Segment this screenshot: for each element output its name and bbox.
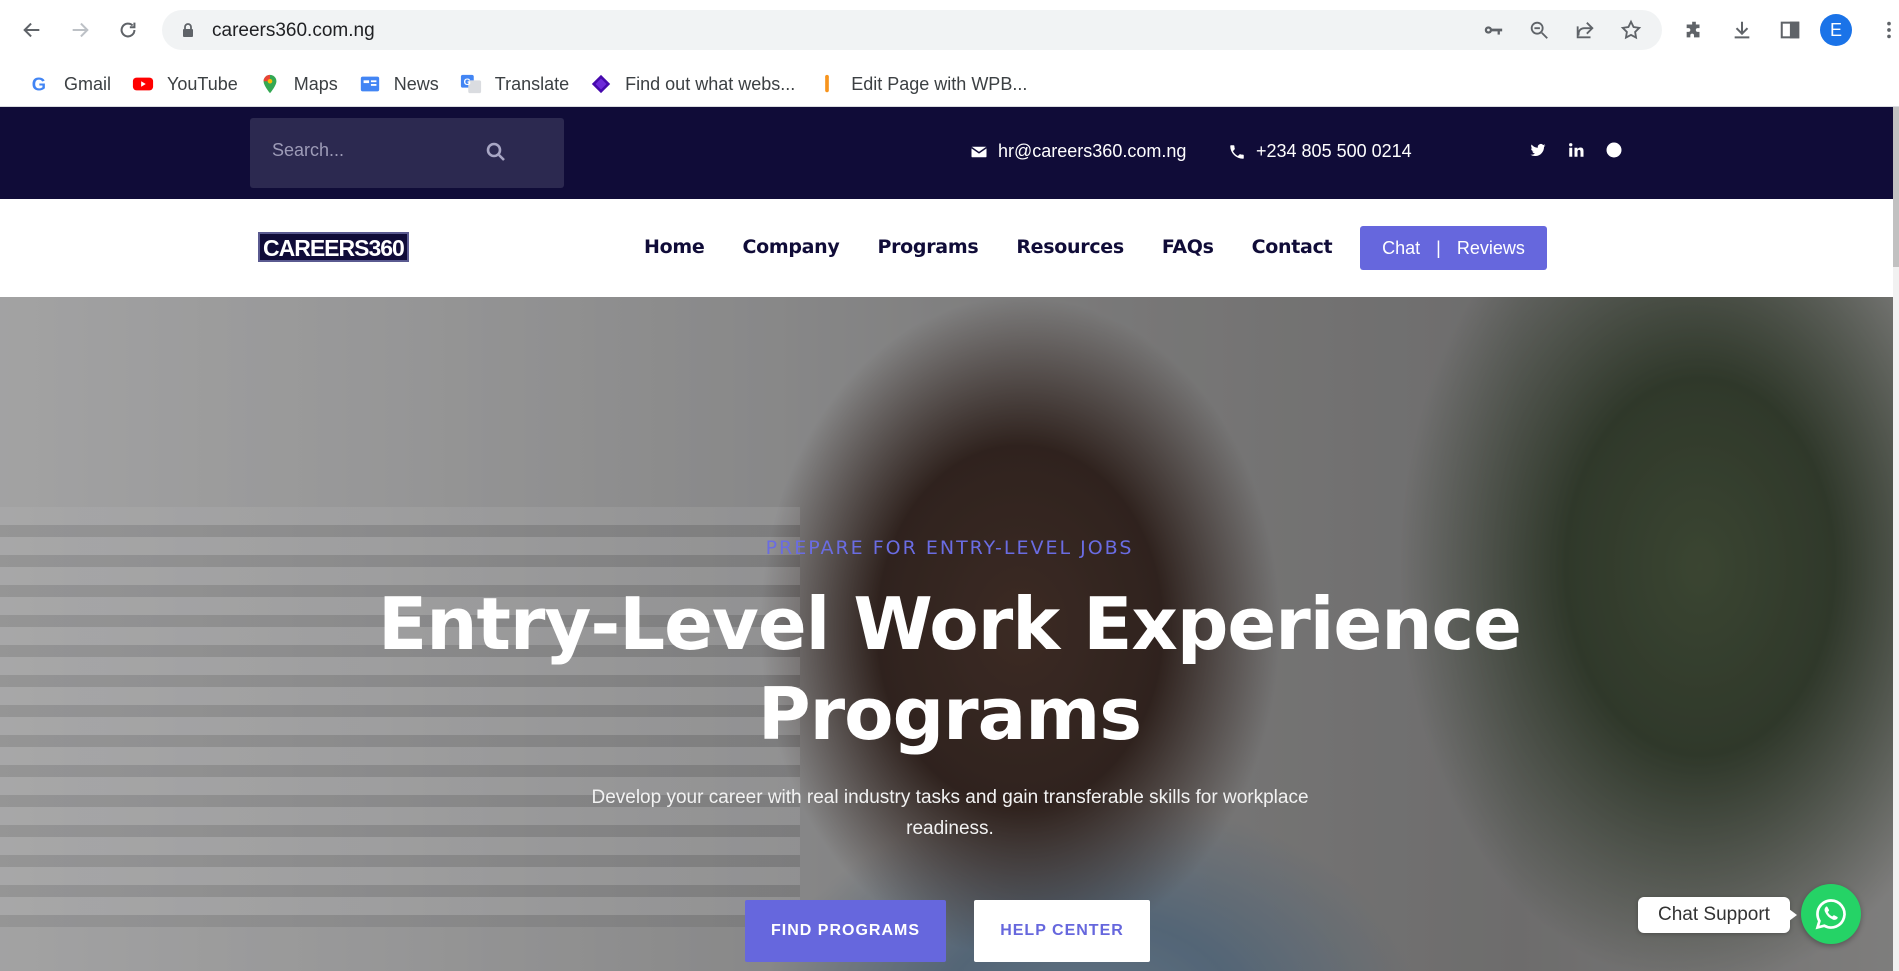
maps-icon — [258, 72, 282, 96]
nav-contact[interactable]: Contact — [1252, 236, 1333, 258]
side-panel-icon[interactable] — [1772, 12, 1808, 48]
svg-text:G: G — [32, 73, 46, 94]
phone-text: +234 805 500 0214 — [1256, 141, 1412, 161]
gmail-icon: G — [28, 72, 52, 96]
url-text[interactable]: careers360.com.ng — [212, 20, 375, 42]
hero-title: Entry-Level Work Experience Programs — [0, 579, 1899, 759]
lock-icon — [183, 23, 193, 37]
chat-support-label[interactable]: Chat Support — [1638, 897, 1797, 933]
nav-company[interactable]: Company — [742, 236, 839, 258]
nav-faqs[interactable]: FAQs — [1162, 236, 1214, 258]
hero-eyebrow: PREPARE FOR ENTRY-LEVEL JOBS — [765, 537, 1134, 559]
phone-icon — [1230, 144, 1244, 159]
extensions-icon[interactable] — [1676, 12, 1712, 48]
bookmark-label: Gmail — [64, 73, 112, 94]
hero-description: Develop your career with real industry t… — [591, 787, 1309, 839]
profile-avatar[interactable]: E — [1820, 14, 1852, 46]
nav-home[interactable]: Home — [644, 236, 705, 258]
zoom-icon[interactable] — [1526, 18, 1552, 42]
cta-reviews-label[interactable]: Reviews — [1457, 238, 1525, 259]
search-icon[interactable] — [484, 140, 508, 164]
scrollbar-thumb[interactable] — [1893, 107, 1899, 267]
bookmark-news[interactable]: News — [348, 68, 449, 100]
top-info-bar: hr@careers360.com.ng +234 805 500 0214 — [0, 107, 1899, 199]
email-text: hr@careers360.com.ng — [998, 141, 1187, 161]
bookmark-label: Maps — [293, 73, 338, 94]
chat-reviews-button[interactable]: Chat | Reviews — [1360, 226, 1547, 270]
bookmark-youtube[interactable]: YouTube — [121, 68, 248, 100]
social-links — [1528, 140, 1624, 160]
bookmark-star-icon[interactable] — [1618, 18, 1644, 42]
youtube-icon — [131, 72, 155, 96]
svg-text:G: G — [463, 77, 470, 87]
help-center-button[interactable]: HELP CENTER — [974, 900, 1150, 962]
whatsapp-chat-button[interactable] — [1801, 884, 1861, 944]
envelope-icon — [971, 146, 987, 157]
share-icon[interactable] — [1572, 18, 1598, 42]
bookmark-label: Find out what webs... — [625, 73, 796, 94]
bookmarks-bar: G Gmail YouTube Maps News G Translate Fi… — [0, 62, 1899, 106]
contact-phone[interactable]: +234 805 500 0214 — [1228, 141, 1412, 162]
browser-toolbar: careers360.com.ng E — [0, 0, 1899, 62]
hero-title-line2: Programs — [757, 672, 1142, 756]
cta-separator: | — [1436, 237, 1441, 258]
download-icon[interactable] — [1724, 12, 1760, 48]
hero-section: PREPARE FOR ENTRY-LEVEL JOBS Entry-Level… — [0, 297, 1899, 971]
bookmark-wappalyzer[interactable]: Find out what webs... — [579, 68, 805, 100]
omnibox-actions — [1480, 18, 1644, 42]
site-search — [250, 118, 564, 188]
forward-icon[interactable] — [62, 12, 98, 48]
key-icon[interactable] — [1480, 18, 1506, 42]
browser-menu-icon[interactable] — [1880, 14, 1898, 46]
back-icon[interactable] — [14, 12, 50, 48]
main-navbar: CAREERS360 Home Company Programs Resourc… — [0, 199, 1899, 297]
whatsapp-icon — [1815, 899, 1846, 930]
bookmark-label: YouTube — [167, 73, 238, 94]
news-icon — [358, 72, 382, 96]
wappalyzer-icon — [589, 72, 613, 96]
bookmark-gmail[interactable]: G Gmail — [18, 68, 121, 100]
linkedin-icon[interactable] — [1566, 140, 1586, 160]
contact-email[interactable]: hr@careers360.com.ng — [970, 141, 1186, 162]
nav-programs[interactable]: Programs — [877, 236, 978, 258]
translate-icon: G — [459, 72, 483, 96]
bookmark-label: News — [393, 73, 439, 94]
wpbakery-icon — [815, 72, 839, 96]
bookmark-label: Edit Page with WPB... — [851, 73, 1028, 94]
bookmark-label: Translate — [494, 73, 570, 94]
nav-resources[interactable]: Resources — [1016, 236, 1124, 258]
page-scrollbar[interactable] — [1893, 107, 1899, 971]
site-logo[interactable]: CAREERS360 — [258, 232, 409, 262]
cta-chat-label[interactable]: Chat — [1382, 238, 1420, 259]
find-programs-button[interactable]: FIND PROGRAMS — [745, 900, 946, 962]
nav-menu: Home Company Programs Resources FAQs Con… — [644, 236, 1370, 258]
search-input[interactable] — [272, 140, 492, 161]
extension-bar: E — [1676, 12, 1852, 48]
bookmark-translate[interactable]: G Translate — [449, 68, 579, 100]
bookmark-maps[interactable]: Maps — [248, 68, 348, 100]
browser-chrome: careers360.com.ng E G Gmail YouTube Maps… — [0, 0, 1899, 107]
twitter-icon[interactable] — [1528, 140, 1548, 160]
bookmark-wpbakery[interactable]: Edit Page with WPB... — [805, 68, 1037, 100]
address-bar[interactable]: careers360.com.ng — [162, 10, 1662, 50]
dribbble-icon[interactable] — [1604, 140, 1624, 160]
reload-icon[interactable] — [110, 12, 146, 48]
hero-title-line1: Entry-Level Work Experience — [378, 582, 1522, 666]
